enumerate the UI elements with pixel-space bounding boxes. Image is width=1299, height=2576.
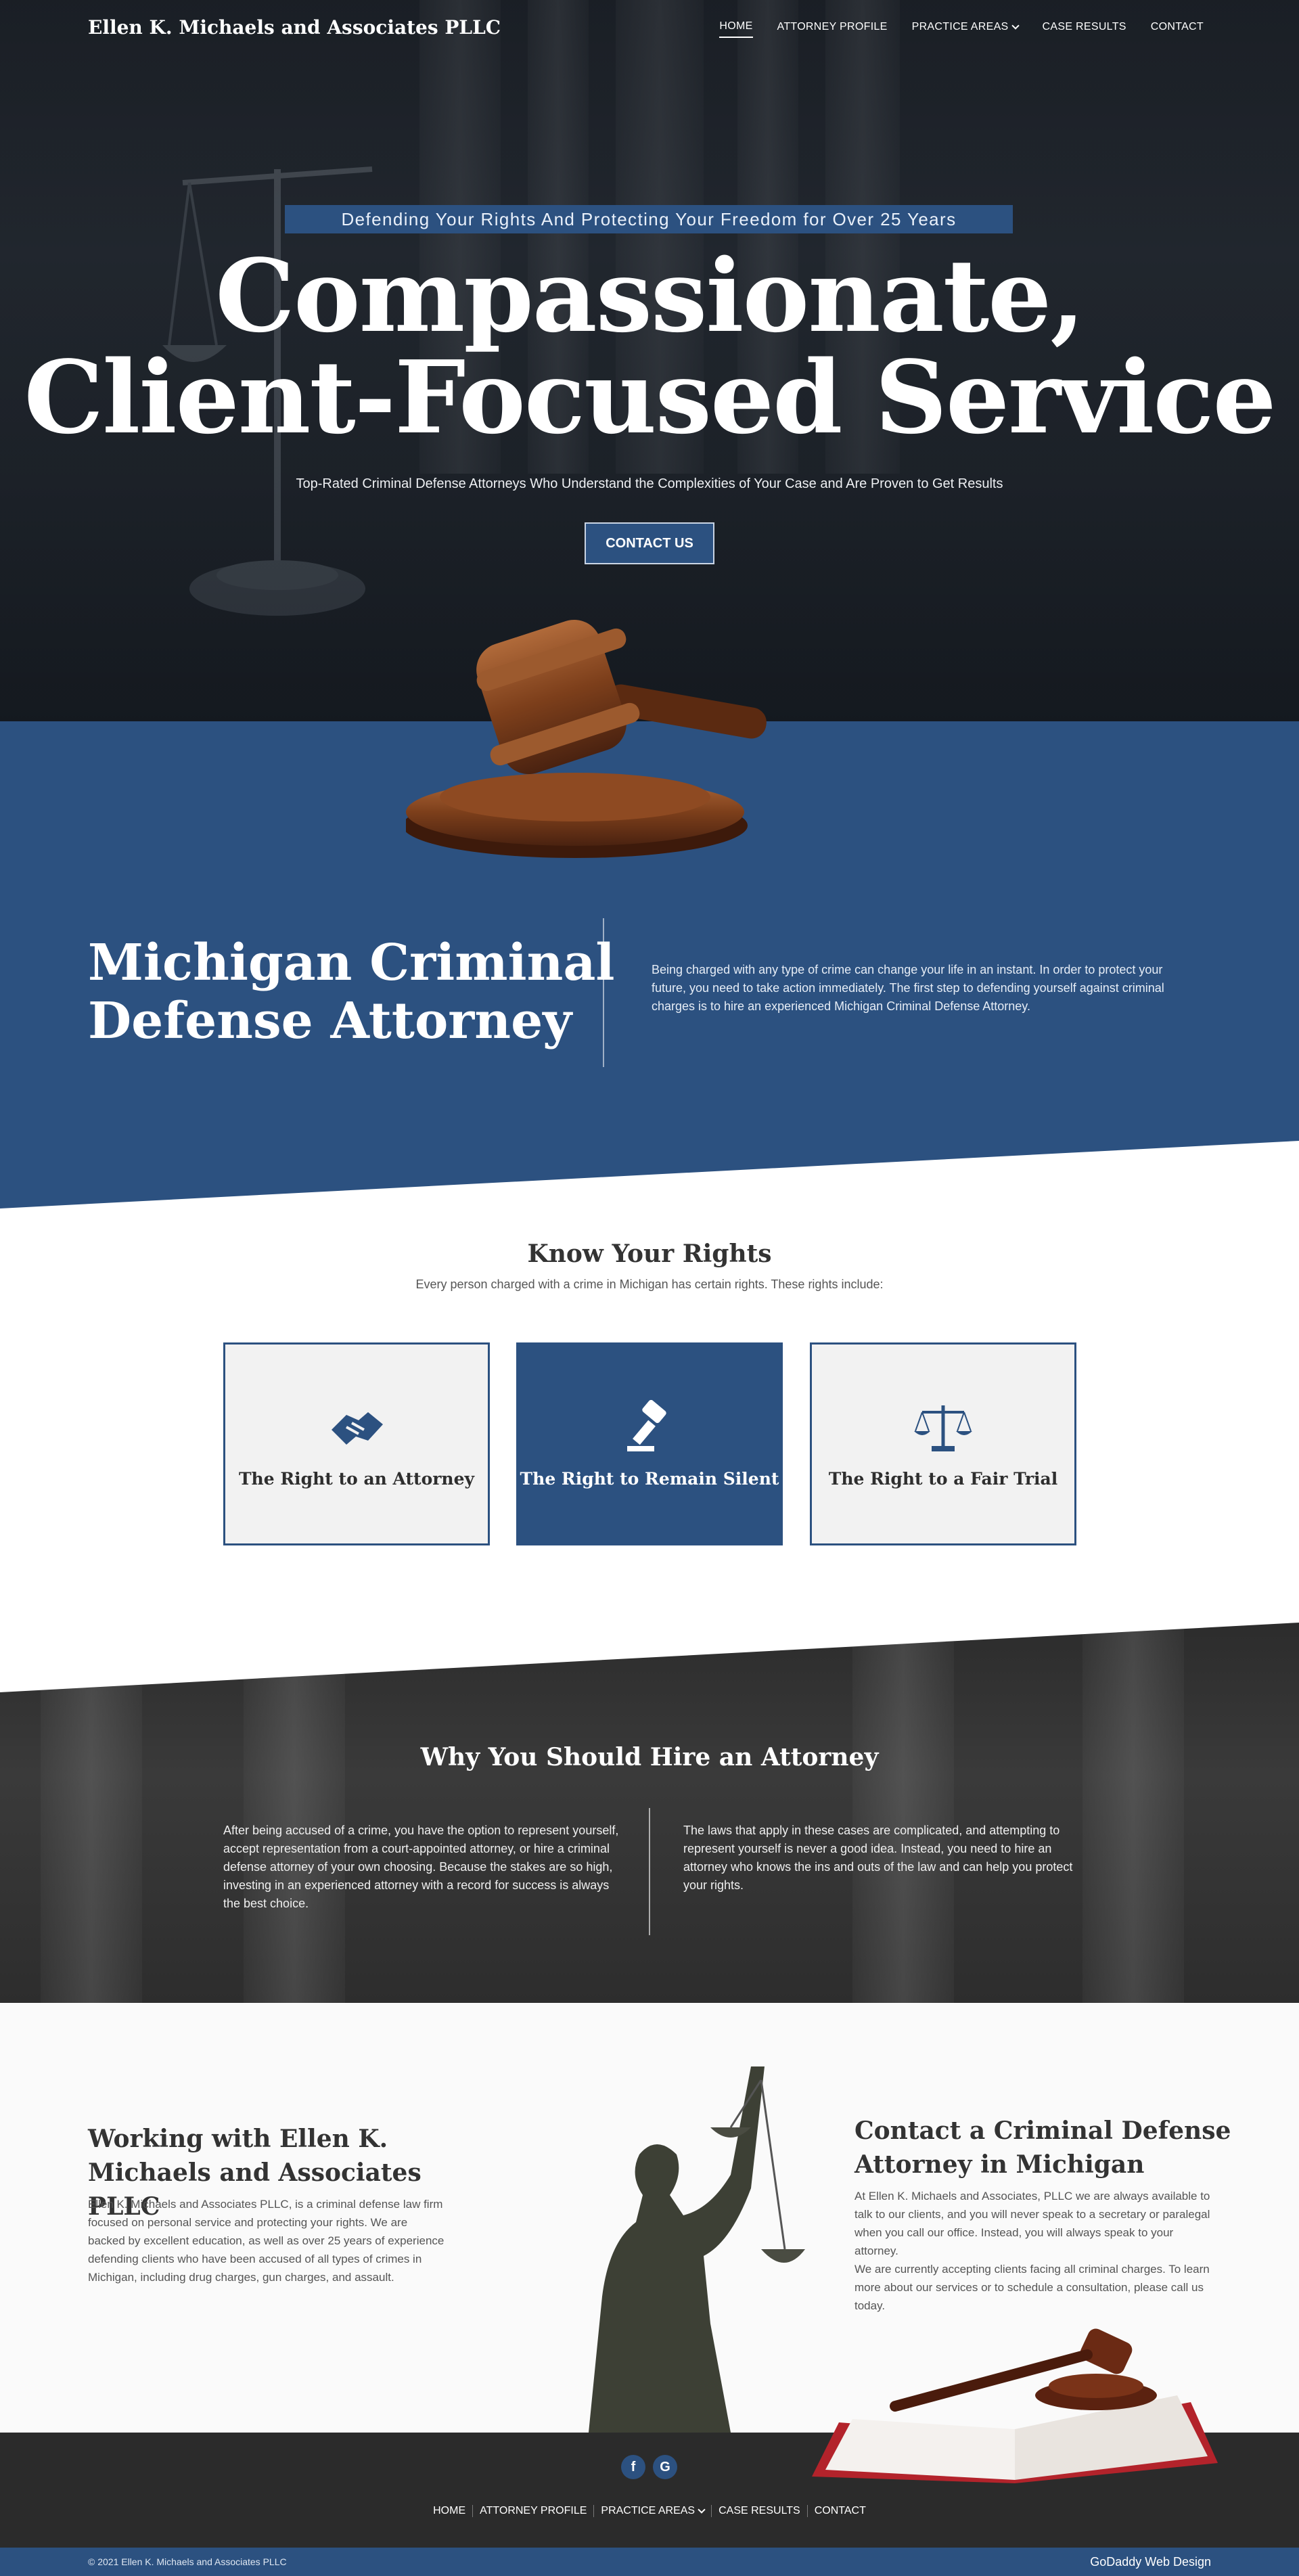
top-navigation: Ellen K. Michaels and Associates PLLC HO… xyxy=(0,0,1299,57)
intro-title-line-1: Michigan Criminal xyxy=(88,934,615,992)
why-divider xyxy=(649,1808,650,1935)
footer-nav-attorney-profile[interactable]: ATTORNEY PROFILE xyxy=(472,2505,593,2517)
footer-menu: HOME ATTORNEY PROFILE PRACTICE AREAS CAS… xyxy=(0,2505,1299,2517)
right-card-fair-trial-label: The Right to a Fair Trial xyxy=(828,1468,1058,1489)
working-text: Ellen K. Michaels and Associates PLLC, i… xyxy=(88,2198,445,2284)
footer-nav-contact-label: CONTACT xyxy=(814,2505,866,2516)
intro-divider xyxy=(603,918,604,1067)
nav-practice-areas[interactable]: PRACTICE AREAS xyxy=(911,20,1020,38)
brand-logo[interactable]: Ellen K. Michaels and Associates PLLC xyxy=(88,16,501,39)
right-card-fair-trial[interactable]: The Right to a Fair Trial xyxy=(810,1342,1076,1545)
nav-home-label: HOME xyxy=(719,20,753,32)
hero-subtitle: Top-Rated Criminal Defense Attorneys Who… xyxy=(296,476,1003,491)
nav-case-results-label: CASE RESULTS xyxy=(1042,21,1126,32)
copyright-text: © 2021 Ellen K. Michaels and Associates … xyxy=(88,2556,287,2567)
hero-title-line-2: Client-Focused Service xyxy=(24,338,1276,456)
hero-tagline: Defending Your Rights And Protecting You… xyxy=(285,205,1013,233)
right-card-silent[interactable]: The Right to Remain Silent xyxy=(516,1342,783,1545)
contact-title: Contact a Criminal Defense Attorney in M… xyxy=(854,2117,1231,2179)
intro-title-line-2: Defense Attorney xyxy=(88,992,572,1050)
why-text-right: The laws that apply in these cases are c… xyxy=(683,1824,1073,1892)
page: Ellen K. Michaels and Associates PLLC HO… xyxy=(0,0,1299,2576)
nav-case-results[interactable]: CASE RESULTS xyxy=(1043,20,1126,38)
footer-nav-home-label: HOME xyxy=(433,2505,466,2516)
nav-practice-areas-label: PRACTICE AREAS xyxy=(911,21,1009,32)
hero-title: Compassionate, Client-Focused Service xyxy=(0,245,1299,448)
gavel-image xyxy=(406,619,767,858)
rights-subtitle: Every person charged with a crime in Mic… xyxy=(415,1278,884,1291)
scales-icon xyxy=(914,1405,972,1451)
contact-text-1: At Ellen K. Michaels and Associates, PLL… xyxy=(854,2190,1210,2257)
hero-title-line-1: Compassionate, xyxy=(215,237,1085,355)
google-icon[interactable]: G xyxy=(653,2455,677,2479)
main-menu: HOME ATTORNEY PROFILE PRACTICE AREAS CAS… xyxy=(719,20,1204,38)
intro-text: Being charged with any type of crime can… xyxy=(652,963,1164,1013)
footer-nav-case-results[interactable]: CASE RESULTS xyxy=(711,2505,807,2517)
right-card-silent-label: The Right to Remain Silent xyxy=(520,1468,779,1489)
footer-nav-attorney-profile-label: ATTORNEY PROFILE xyxy=(480,2505,587,2516)
nav-attorney-profile-label: ATTORNEY PROFILE xyxy=(777,21,888,32)
gavel-icon xyxy=(627,1399,666,1451)
contact-us-button[interactable]: CONTACT US xyxy=(585,522,714,564)
contact-text-2: We are currently accepting clients facin… xyxy=(854,2263,1210,2312)
footer-nav-practice-areas[interactable]: PRACTICE AREAS xyxy=(593,2505,711,2517)
footer-nav-home[interactable]: HOME xyxy=(426,2505,472,2517)
nav-attorney-profile[interactable]: ATTORNEY PROFILE xyxy=(777,20,888,38)
footer-nav-contact[interactable]: CONTACT xyxy=(806,2505,873,2517)
footer-nav-case-results-label: CASE RESULTS xyxy=(719,2505,800,2516)
why-title: Why You Should Hire an Attorney xyxy=(420,1743,879,1771)
right-card-attorney[interactable]: The Right to an Attorney xyxy=(223,1342,490,1545)
nav-contact[interactable]: CONTACT xyxy=(1151,20,1204,38)
book-and-gavel-image xyxy=(812,2328,1218,2483)
right-card-attorney-label: The Right to an Attorney xyxy=(238,1468,475,1489)
rights-title: Know Your Rights xyxy=(527,1240,772,1268)
intro-title: Michigan Criminal Defense Attorney xyxy=(88,934,615,1050)
lady-justice-statue-image xyxy=(589,2066,805,2433)
godaddy-link[interactable]: GoDaddy Web Design xyxy=(1090,2555,1211,2569)
why-text-left: After being accused of a crime, you have… xyxy=(223,1824,619,1910)
contact-text: At Ellen K. Michaels and Associates, PLL… xyxy=(854,2187,1213,2315)
chevron-down-icon xyxy=(698,2505,706,2514)
handshake-icon xyxy=(332,1411,383,1445)
facebook-icon[interactable]: f xyxy=(621,2455,645,2479)
nav-contact-label: CONTACT xyxy=(1150,21,1204,32)
chevron-down-icon xyxy=(1011,21,1020,30)
footer-nav-practice-areas-label: PRACTICE AREAS xyxy=(601,2505,696,2516)
nav-home[interactable]: HOME xyxy=(719,20,753,38)
